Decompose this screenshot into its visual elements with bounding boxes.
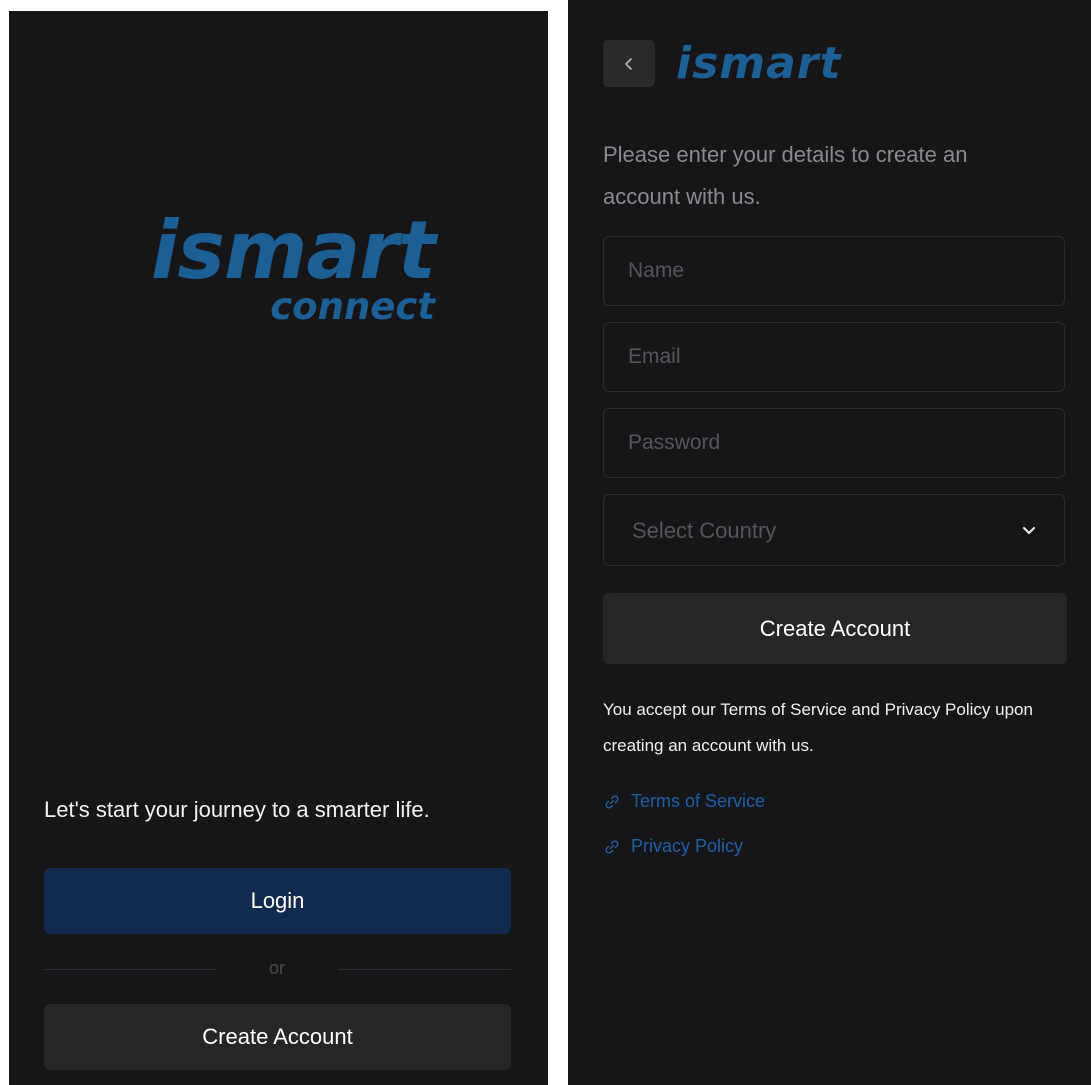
privacy-policy-link[interactable]: Privacy Policy xyxy=(603,836,743,857)
login-button[interactable]: Login xyxy=(44,868,511,934)
tagline: Let's start your journey to a smarter li… xyxy=(44,797,430,822)
password-input[interactable] xyxy=(604,409,1064,477)
signup-screen: ismart Please enter your details to crea… xyxy=(568,0,1091,1085)
back-button[interactable] xyxy=(603,40,655,87)
welcome-screen: ismart connect Let's start your journey … xyxy=(9,11,548,1085)
ismart-connect-logo: ismart connect xyxy=(125,204,436,327)
ismart-logo: ismart xyxy=(676,38,842,89)
terms-of-service-link[interactable]: Terms of Service xyxy=(603,791,765,812)
terms-of-service-label: Terms of Service xyxy=(631,791,766,811)
password-field[interactable] xyxy=(603,408,1065,478)
intro-text: Please enter your details to create an a… xyxy=(603,142,968,209)
chevron-down-icon xyxy=(1022,526,1036,535)
terms-notice: You accept our Terms of Service and Priv… xyxy=(603,700,1033,755)
country-select[interactable]: Select Country xyxy=(603,494,1065,566)
create-account-submit-label: Create Account xyxy=(759,615,911,641)
country-select-value: Select Country xyxy=(632,518,777,543)
logo-main-text: ismart xyxy=(150,204,436,297)
create-account-button-label: Create Account xyxy=(202,1024,353,1049)
name-field[interactable] xyxy=(603,236,1065,306)
or-separator: or xyxy=(268,958,285,978)
link-icon xyxy=(605,794,619,809)
name-input[interactable] xyxy=(604,237,1064,305)
link-icon xyxy=(605,839,619,854)
email-field[interactable] xyxy=(603,322,1065,392)
divider-left xyxy=(44,969,216,970)
privacy-policy-label: Privacy Policy xyxy=(631,836,744,856)
login-button-label: Login xyxy=(250,888,305,913)
create-account-button[interactable]: Create Account xyxy=(44,1004,511,1070)
chevron-left-icon xyxy=(625,57,632,70)
create-account-submit-button[interactable]: Create Account xyxy=(603,593,1067,664)
divider-right xyxy=(338,969,511,970)
email-input[interactable] xyxy=(604,323,1064,391)
